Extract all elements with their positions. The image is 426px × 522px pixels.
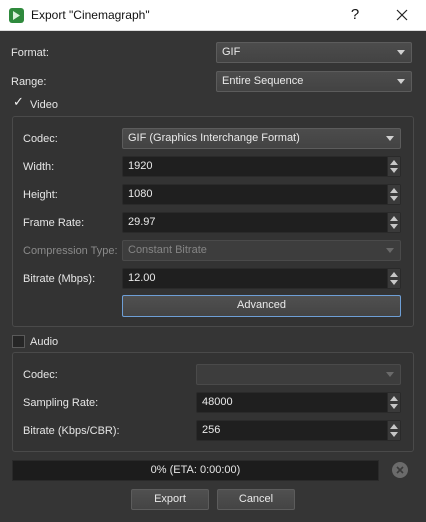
chevron-down-icon xyxy=(386,248,394,253)
video-bitrate-spinbox[interactable]: 12.00 xyxy=(122,268,401,289)
sampling-rate-value: 48000 xyxy=(202,396,233,408)
arrow-up-icon[interactable] xyxy=(390,188,398,193)
video-checkbox-label: Video xyxy=(30,99,58,111)
compression-type-value: Constant Bitrate xyxy=(128,244,207,256)
arrow-down-icon[interactable] xyxy=(390,168,398,173)
format-select[interactable]: GIF xyxy=(216,42,412,63)
app-icon xyxy=(9,8,24,23)
arrow-up-icon[interactable] xyxy=(390,216,398,221)
sampling-rate-label: Sampling Rate: xyxy=(23,397,99,409)
checkmark-icon: ✓ xyxy=(13,95,24,110)
audio-checkbox[interactable] xyxy=(12,335,25,348)
arrow-up-icon[interactable] xyxy=(390,396,398,401)
sampling-rate-stepper[interactable] xyxy=(387,393,400,412)
height-stepper[interactable] xyxy=(387,185,400,204)
video-bitrate-label: Bitrate (Mbps): xyxy=(23,273,96,285)
arrow-down-icon[interactable] xyxy=(390,404,398,409)
progress-text: 0% (ETA: 0:00:00) xyxy=(150,464,241,476)
arrow-down-icon[interactable] xyxy=(390,432,398,437)
arrow-up-icon[interactable] xyxy=(390,272,398,277)
window-title: Export "Cinemagraph" xyxy=(31,8,150,22)
help-button[interactable]: ? xyxy=(343,4,367,26)
arrow-up-icon[interactable] xyxy=(390,160,398,165)
video-checkbox[interactable]: ✓ xyxy=(12,95,25,111)
video-bitrate-stepper[interactable] xyxy=(387,269,400,288)
close-icon[interactable] xyxy=(390,4,414,26)
arrow-down-icon[interactable] xyxy=(390,224,398,229)
width-stepper[interactable] xyxy=(387,157,400,176)
cancel-progress-icon[interactable] xyxy=(392,462,408,478)
format-value: GIF xyxy=(222,46,241,58)
audio-bitrate-stepper[interactable] xyxy=(387,421,400,440)
chevron-down-icon xyxy=(397,50,405,55)
width-spinbox[interactable]: 1920 xyxy=(122,156,401,177)
chevron-down-icon xyxy=(386,136,394,141)
sampling-rate-spinbox[interactable]: 48000 xyxy=(196,392,401,413)
audio-bitrate-spinbox[interactable]: 256 xyxy=(196,420,401,441)
video-codec-label: Codec: xyxy=(23,133,58,145)
width-value: 1920 xyxy=(128,160,153,172)
export-progress-bar: 0% (ETA: 0:00:00) xyxy=(12,460,379,481)
audio-codec-label: Codec: xyxy=(23,369,58,381)
frame-rate-stepper[interactable] xyxy=(387,213,400,232)
advanced-button[interactable]: Advanced xyxy=(122,295,401,317)
cancel-button[interactable]: Cancel xyxy=(217,489,295,510)
arrow-down-icon[interactable] xyxy=(390,196,398,201)
export-button[interactable]: Export xyxy=(131,489,209,510)
compression-type-select: Constant Bitrate xyxy=(122,240,401,261)
width-label: Width: xyxy=(23,161,55,173)
title-bar: Export "Cinemagraph" ? xyxy=(0,0,426,31)
arrow-down-icon[interactable] xyxy=(390,280,398,285)
range-select[interactable]: Entire Sequence xyxy=(216,71,412,92)
range-label: Range: xyxy=(11,76,47,88)
video-codec-value: GIF (Graphics Interchange Format) xyxy=(128,132,300,144)
compression-type-label: Compression Type: xyxy=(23,245,118,257)
height-label: Height: xyxy=(23,189,58,201)
height-spinbox[interactable]: 1080 xyxy=(122,184,401,205)
audio-checkbox-label: Audio xyxy=(30,336,59,348)
height-value: 1080 xyxy=(128,188,153,200)
audio-bitrate-value: 256 xyxy=(202,424,221,436)
chevron-down-icon xyxy=(386,372,394,377)
chevron-down-icon xyxy=(397,79,405,84)
frame-rate-value: 29.97 xyxy=(128,216,156,228)
range-value: Entire Sequence xyxy=(222,75,304,87)
audio-codec-select xyxy=(196,364,401,385)
arrow-up-icon[interactable] xyxy=(390,424,398,429)
format-label: Format: xyxy=(11,47,49,59)
frame-rate-label: Frame Rate: xyxy=(23,217,85,229)
video-bitrate-value: 12.00 xyxy=(128,272,156,284)
audio-bitrate-label: Bitrate (Kbps/CBR): xyxy=(23,425,120,437)
frame-rate-spinbox[interactable]: 29.97 xyxy=(122,212,401,233)
video-codec-select[interactable]: GIF (Graphics Interchange Format) xyxy=(122,128,401,149)
